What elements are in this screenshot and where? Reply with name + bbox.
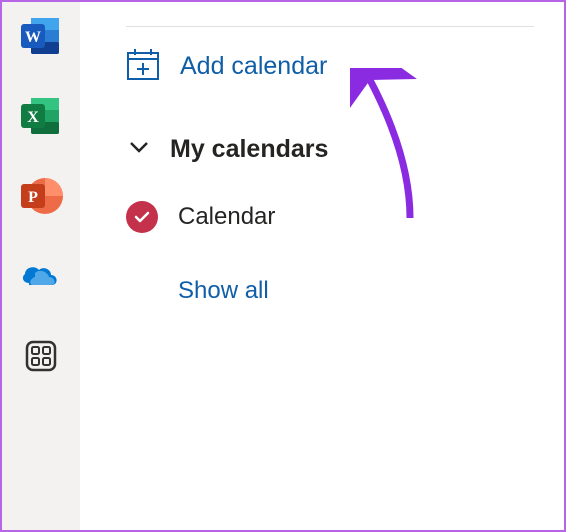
add-calendar-button[interactable]: Add calendar [126, 47, 534, 86]
add-calendar-icon [126, 47, 160, 86]
divider [126, 26, 534, 27]
add-calendar-label: Add calendar [180, 52, 327, 81]
my-calendars-label: My calendars [170, 135, 328, 164]
all-apps-icon[interactable] [19, 334, 63, 378]
svg-text:P: P [28, 189, 38, 206]
excel-app-icon[interactable]: X [19, 94, 63, 138]
calendar-checkbox-checked[interactable] [126, 201, 158, 233]
calendar-sidebar-panel: Add calendar My calendars Calendar Show … [80, 2, 564, 305]
show-all-link[interactable]: Show all [178, 277, 534, 305]
my-calendars-section-toggle[interactable]: My calendars [126, 134, 534, 165]
calendar-item[interactable]: Calendar [126, 201, 534, 233]
svg-text:X: X [27, 109, 39, 126]
calendar-name-label: Calendar [178, 203, 275, 231]
chevron-down-icon [126, 134, 152, 165]
onedrive-app-icon[interactable] [19, 254, 63, 298]
word-app-icon[interactable]: W [19, 14, 63, 58]
svg-text:W: W [25, 29, 41, 46]
powerpoint-app-icon[interactable]: P [19, 174, 63, 218]
app-rail: W X P [2, 2, 80, 530]
